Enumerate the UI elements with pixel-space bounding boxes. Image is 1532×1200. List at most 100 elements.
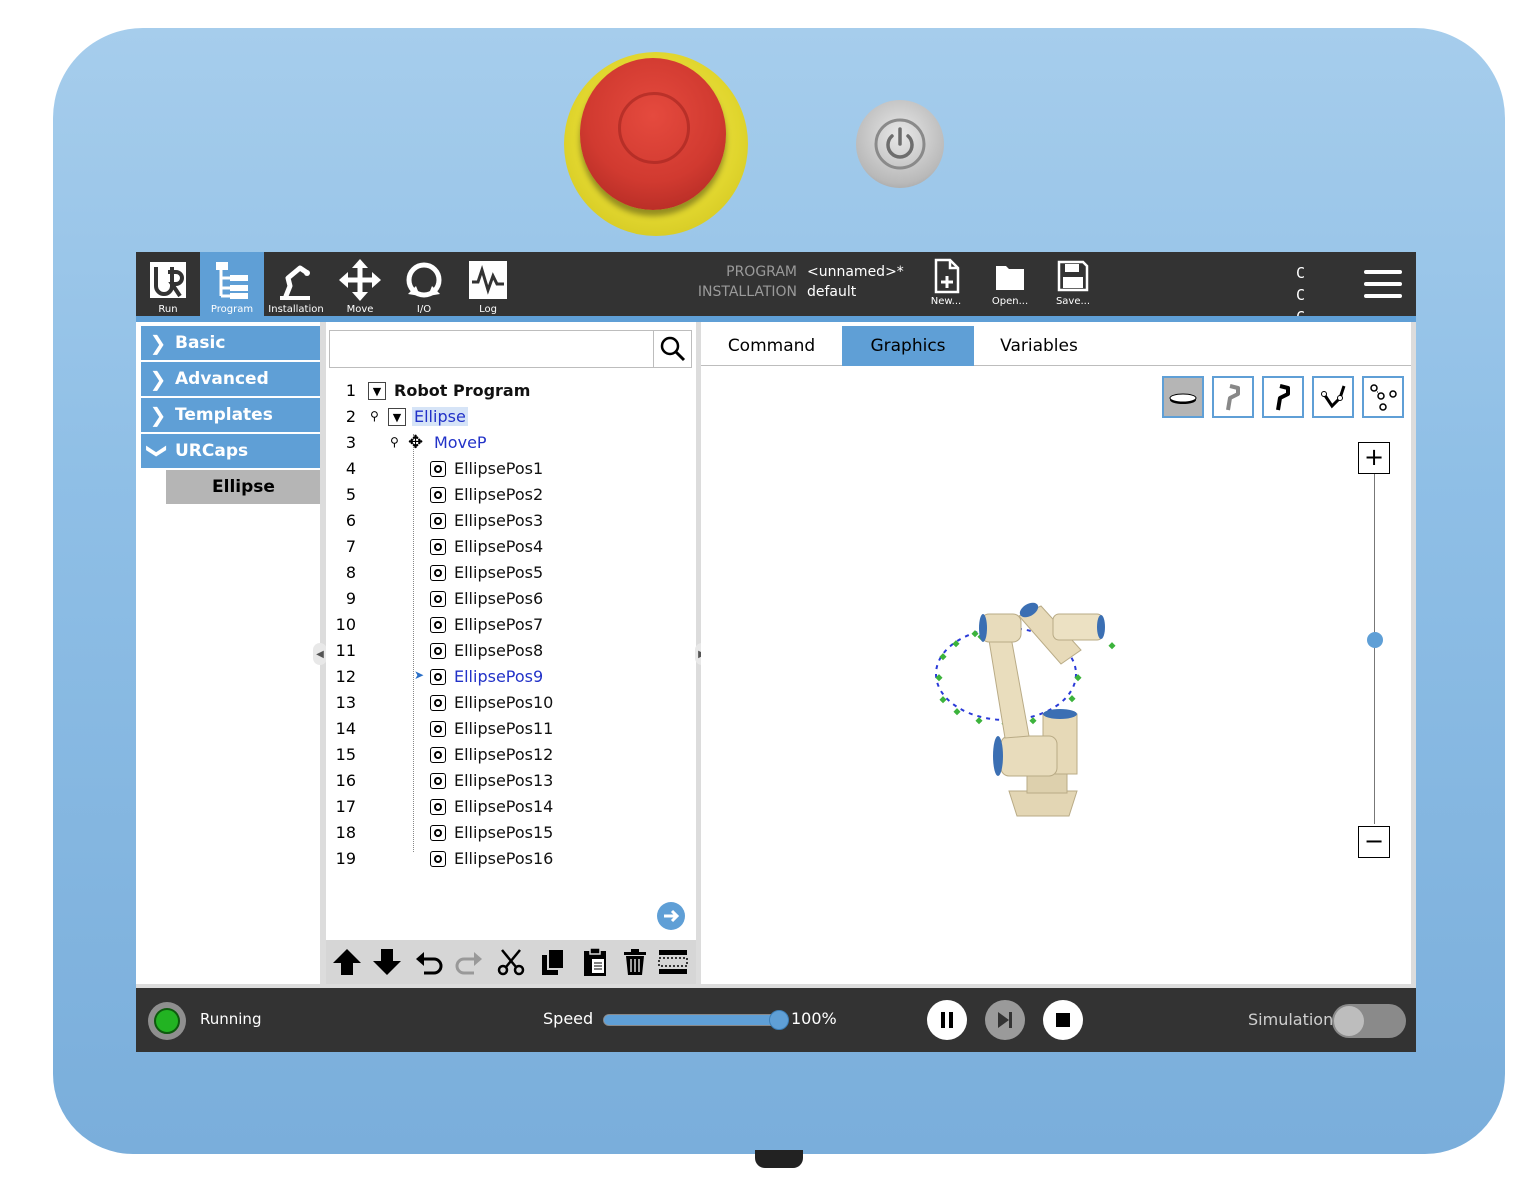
tab-variables[interactable]: Variables [974, 326, 1104, 366]
tree-row[interactable]: 5 EllipsePos2 [326, 482, 696, 508]
speed-slider-knob[interactable] [769, 1010, 789, 1030]
tree-row[interactable]: 16 EllipsePos13 [326, 768, 696, 794]
move-up-button[interactable] [328, 944, 366, 980]
hamburger-menu-icon[interactable] [1364, 268, 1402, 300]
open-button-label: Open... [991, 296, 1029, 307]
chevron-down-icon: ❯ [146, 442, 170, 460]
stop-button[interactable] [1043, 1000, 1083, 1040]
tree-row[interactable]: 14 EllipsePos11 [326, 716, 696, 742]
path-view-icon [1321, 385, 1346, 409]
pause-icon [941, 1012, 953, 1028]
speed-value: 100% [791, 1009, 837, 1028]
front-view-button[interactable] [1262, 376, 1304, 418]
side-view-button[interactable] [1212, 376, 1254, 418]
tree-row[interactable]: 17 EllipsePos14 [326, 794, 696, 820]
base-view-icon [1169, 393, 1197, 404]
tree-row[interactable]: 13 EllipsePos10 [326, 690, 696, 716]
paste-button[interactable] [576, 944, 614, 980]
tree-row-number: 15 [335, 745, 356, 764]
copy-icon [542, 948, 565, 975]
program-tree-panel: 1 ▼ Robot Program 2 ⚲ ▼ Ellipse 3 ⚲ ✥ Mo… [326, 322, 696, 984]
nav-move[interactable]: Move [328, 252, 392, 316]
category-templates[interactable]: ❯ Templates [141, 398, 321, 432]
delete-button[interactable] [616, 944, 654, 980]
save-button[interactable]: Save... [1043, 258, 1103, 314]
nav-run[interactable]: Run [136, 252, 200, 316]
tree-toolbar [326, 940, 696, 984]
movep-arrows-icon: ✥ [408, 432, 424, 453]
tree-search-input[interactable] [329, 330, 692, 368]
tree-row[interactable]: 4 EllipsePos1 [326, 456, 696, 482]
waypoint-icon [430, 461, 446, 477]
tab-graphics[interactable]: Graphics [842, 326, 974, 366]
tree-row[interactable]: 6 EllipsePos3 [326, 508, 696, 534]
copy-button[interactable] [534, 944, 572, 980]
tree-row[interactable]: 1 ▼ Robot Program [326, 378, 696, 404]
category-advanced[interactable]: ❯ Advanced [141, 362, 321, 396]
tree-row-current[interactable]: 12 ➤ EllipsePos9 [326, 664, 696, 690]
power-button[interactable] [856, 100, 944, 188]
emergency-stop-button[interactable] [580, 58, 726, 210]
waypoints-view-button[interactable] [1362, 376, 1404, 418]
undo-button[interactable] [410, 944, 448, 980]
tree-row[interactable]: 10 EllipsePos7 [326, 612, 696, 638]
search-button[interactable] [653, 331, 691, 367]
pause-button[interactable] [927, 1000, 967, 1040]
panel-divider [1411, 322, 1416, 988]
nav-run-label: Run [158, 304, 178, 315]
tree-row[interactable]: 7 EllipsePos4 [326, 534, 696, 560]
tree-row-label: EllipsePos7 [454, 615, 544, 634]
open-button[interactable]: Open... [980, 258, 1040, 314]
path-view-button[interactable] [1312, 376, 1354, 418]
zoom-out-button[interactable]: − [1358, 826, 1390, 858]
tree-row[interactable]: 18 EllipsePos15 [326, 820, 696, 846]
collapse-left-handle[interactable]: ◀ [313, 643, 327, 665]
tree-row-label: EllipsePos4 [454, 537, 544, 556]
tree-row[interactable]: 15 EllipsePos12 [326, 742, 696, 768]
urcap-ellipse-item[interactable]: Ellipse [166, 470, 321, 504]
tree-row-label: EllipsePos11 [454, 719, 554, 738]
category-basic-label: Basic [175, 333, 226, 353]
robot-status-led[interactable] [148, 1002, 186, 1040]
tree-row[interactable]: 11 EllipsePos8 [326, 638, 696, 664]
zoom-in-button[interactable]: + [1358, 442, 1390, 474]
waypoint-icon [430, 591, 446, 607]
tree-row[interactable]: 8 EllipsePos5 [326, 560, 696, 586]
nav-log[interactable]: Log [456, 252, 520, 316]
simulation-label: Simulation [1248, 1010, 1334, 1029]
simulation-toggle[interactable] [1332, 1004, 1406, 1038]
speed-slider-track[interactable] [603, 1014, 780, 1026]
base-view-button[interactable] [1162, 376, 1204, 418]
robot-3d-view[interactable] [901, 586, 1141, 846]
new-button[interactable]: New... [916, 258, 976, 314]
nav-program[interactable]: Program [200, 252, 264, 316]
program-node-menu: ❯ Basic ❯ Advanced ❯ Templates ❯ URCaps … [136, 322, 326, 984]
move-down-button[interactable] [368, 944, 406, 980]
paste-icon [584, 947, 606, 976]
zoom-slider-track[interactable] [1374, 474, 1375, 824]
nav-installation[interactable]: Installation [264, 252, 328, 316]
tree-row[interactable]: 2 ⚲ ▼ Ellipse [326, 404, 696, 430]
tree-row-label: EllipsePos2 [454, 485, 544, 504]
tree-row[interactable]: 3 ⚲ ✥ MoveP [326, 430, 696, 456]
cut-button[interactable] [492, 944, 530, 980]
nav-io[interactable]: I/O [392, 252, 456, 316]
undo-icon [416, 952, 443, 975]
pendant-cable [755, 1150, 803, 1168]
tree-row-number: 12 [335, 667, 356, 686]
tree-row[interactable]: 9 EllipsePos6 [326, 586, 696, 612]
zoom-slider-knob[interactable] [1367, 632, 1383, 648]
waypoint-icon [430, 721, 446, 737]
next-node-button[interactable] [657, 902, 685, 930]
category-urcaps[interactable]: ❯ URCaps [141, 434, 321, 468]
category-urcaps-label: URCaps [175, 441, 249, 461]
collapse-triangle-icon[interactable]: ▼ [388, 408, 406, 426]
control-mode-indicator[interactable]: C C C C [1296, 262, 1336, 348]
suppress-button[interactable] [654, 944, 692, 980]
collapse-triangle-icon[interactable]: ▼ [368, 382, 386, 400]
arrow-right-icon [664, 909, 680, 923]
tab-command[interactable]: Command [701, 326, 842, 366]
tree-row[interactable]: 19 EllipsePos16 [326, 846, 696, 872]
installation-key: INSTALLATION [697, 284, 797, 300]
category-basic[interactable]: ❯ Basic [141, 326, 321, 360]
